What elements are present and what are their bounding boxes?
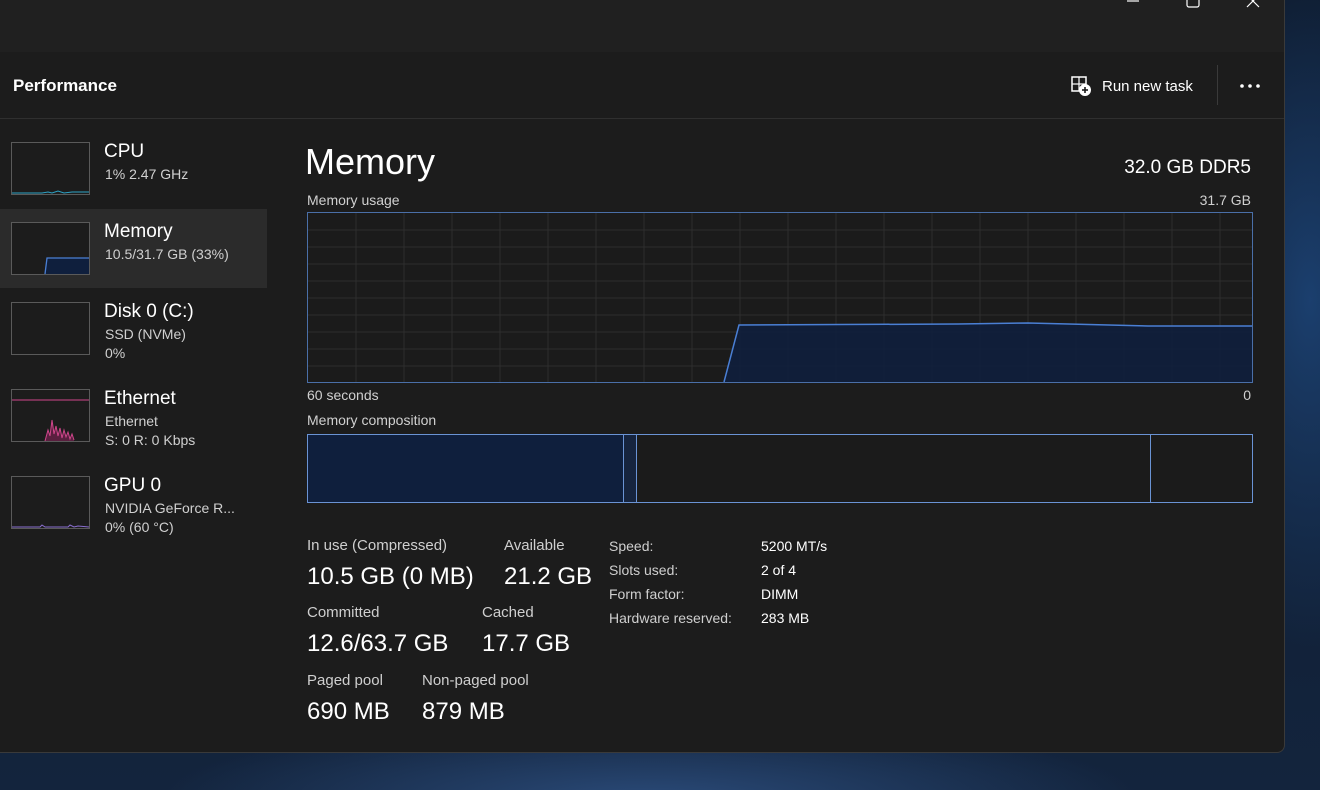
non-paged-pool-value: 879 MB: [422, 698, 505, 725]
gpu-thumbnail-line: [12, 524, 89, 528]
available-value: 21.2 GB: [504, 563, 593, 590]
task-manager-window: Performance Run new task CPU 1% 2.47 GHz…: [0, 0, 1285, 753]
sidebar-item-detail: SSD (NVMe): [105, 326, 186, 342]
cached-value: 17.7 GB: [482, 630, 571, 657]
committed-value: 12.6/63.7 GB: [307, 630, 449, 657]
graph-time-end: 0: [1243, 387, 1251, 403]
memory-usage-max: 31.7 GB: [1199, 192, 1251, 208]
available-label: Available: [504, 537, 565, 554]
memory-usage-graph: [307, 212, 1253, 383]
sidebar-item-title: Memory: [104, 221, 173, 242]
sidebar-item-title: CPU: [104, 141, 145, 162]
new-task-icon: [1071, 76, 1091, 96]
composition-modified: [624, 435, 636, 502]
composition-divider: [1150, 435, 1151, 502]
disk-thumbnail-graph: [11, 302, 90, 355]
sidebar-item-detail-2: 0% (60 °C): [105, 519, 174, 535]
maximize-button[interactable]: [1170, 0, 1216, 14]
close-button[interactable]: [1230, 0, 1276, 14]
slots-used-value: 2 of 4: [761, 562, 797, 578]
sidebar-item-detail-2: 0%: [105, 345, 126, 361]
sidebar-item-detail: NVIDIA GeForce R...: [105, 500, 235, 516]
more-options-button[interactable]: [1233, 74, 1267, 98]
sidebar-item-title: GPU 0: [104, 475, 162, 496]
sidebar-item-ethernet[interactable]: Ethernet Ethernet S: 0 R: 0 Kbps: [0, 376, 267, 455]
hardware-reserved-label: Hardware reserved:: [609, 610, 732, 626]
paged-pool-label: Paged pool: [307, 672, 383, 689]
panel-title: Memory: [305, 141, 436, 182]
memory-usage-label: Memory usage: [307, 192, 400, 208]
sidebar-item-cpu[interactable]: CPU 1% 2.47 GHz: [0, 129, 267, 208]
sidebar-item-title: Disk 0 (C:): [104, 301, 194, 322]
composition-divider: [636, 435, 637, 502]
gpu-thumbnail-graph: [11, 476, 90, 529]
sidebar-item-detail: 10.5/31.7 GB (33%): [105, 246, 229, 262]
maximize-icon: [1186, 0, 1200, 8]
title-bar: [0, 0, 1284, 52]
paged-pool-value: 690 MB: [307, 698, 390, 725]
page-title: Performance: [13, 76, 117, 95]
minimize-button[interactable]: [1110, 0, 1156, 14]
sidebar-item-disk[interactable]: Disk 0 (C:) SSD (NVMe) 0%: [0, 289, 267, 368]
form-factor-label: Form factor:: [609, 586, 685, 602]
speed-value: 5200 MT/s: [761, 538, 828, 554]
memory-usage-area: [724, 323, 1252, 382]
run-new-task-button[interactable]: Run new task: [1070, 72, 1193, 100]
cached-label: Cached: [482, 604, 534, 621]
memory-detail-panel: Memory 32.0 GB DDR5 Memory usage 31.7 GB: [270, 119, 1284, 752]
ethernet-thumbnail-graph: [11, 389, 90, 442]
hardware-reserved-value: 283 MB: [761, 610, 810, 626]
memory-thumbnail-line: [44, 257, 89, 274]
memory-spec: 32.0 GB DDR5: [1124, 157, 1251, 178]
speed-label: Speed:: [609, 538, 654, 554]
slots-used-label: Slots used:: [609, 562, 679, 578]
sidebar-item-detail: Ethernet: [105, 413, 158, 429]
memory-composition-label: Memory composition: [307, 412, 437, 428]
more-options-icon: [1240, 84, 1260, 88]
close-icon: [1246, 0, 1260, 8]
in-use-label: In use (Compressed): [307, 537, 448, 554]
memory-usage-graph-svg: [308, 213, 1252, 383]
memory-thumbnail-graph: [11, 222, 90, 275]
cpu-thumbnail-graph: [11, 142, 90, 195]
sidebar-item-memory[interactable]: Memory 10.5/31.7 GB (33%): [0, 209, 267, 288]
run-new-task-label: Run new task: [1102, 77, 1193, 95]
header-divider: [1217, 65, 1218, 105]
composition-in-use: [308, 435, 623, 502]
in-use-value: 10.5 GB (0 MB): [307, 563, 474, 590]
sidebar-item-title: Ethernet: [104, 388, 176, 409]
sidebar-item-detail: 1% 2.47 GHz: [105, 166, 189, 182]
sidebar-item-gpu[interactable]: GPU 0 NVIDIA GeForce R... 0% (60 °C): [0, 463, 267, 542]
committed-label: Committed: [307, 604, 380, 621]
memory-composition-bar: [307, 434, 1253, 503]
form-factor-value: DIMM: [761, 586, 799, 602]
page-header: Performance Run new task: [0, 52, 1284, 119]
graph-time-start: 60 seconds: [307, 387, 379, 403]
performance-sidebar: CPU 1% 2.47 GHz Memory 10.5/31.7 GB (33%…: [0, 119, 268, 752]
non-paged-pool-label: Non-paged pool: [422, 672, 529, 689]
cpu-thumbnail-line: [12, 190, 89, 194]
minimize-icon: [1127, 0, 1139, 2]
ethernet-thumbnail-line: [12, 399, 89, 441]
sidebar-item-detail-2: S: 0 R: 0 Kbps: [105, 432, 196, 448]
